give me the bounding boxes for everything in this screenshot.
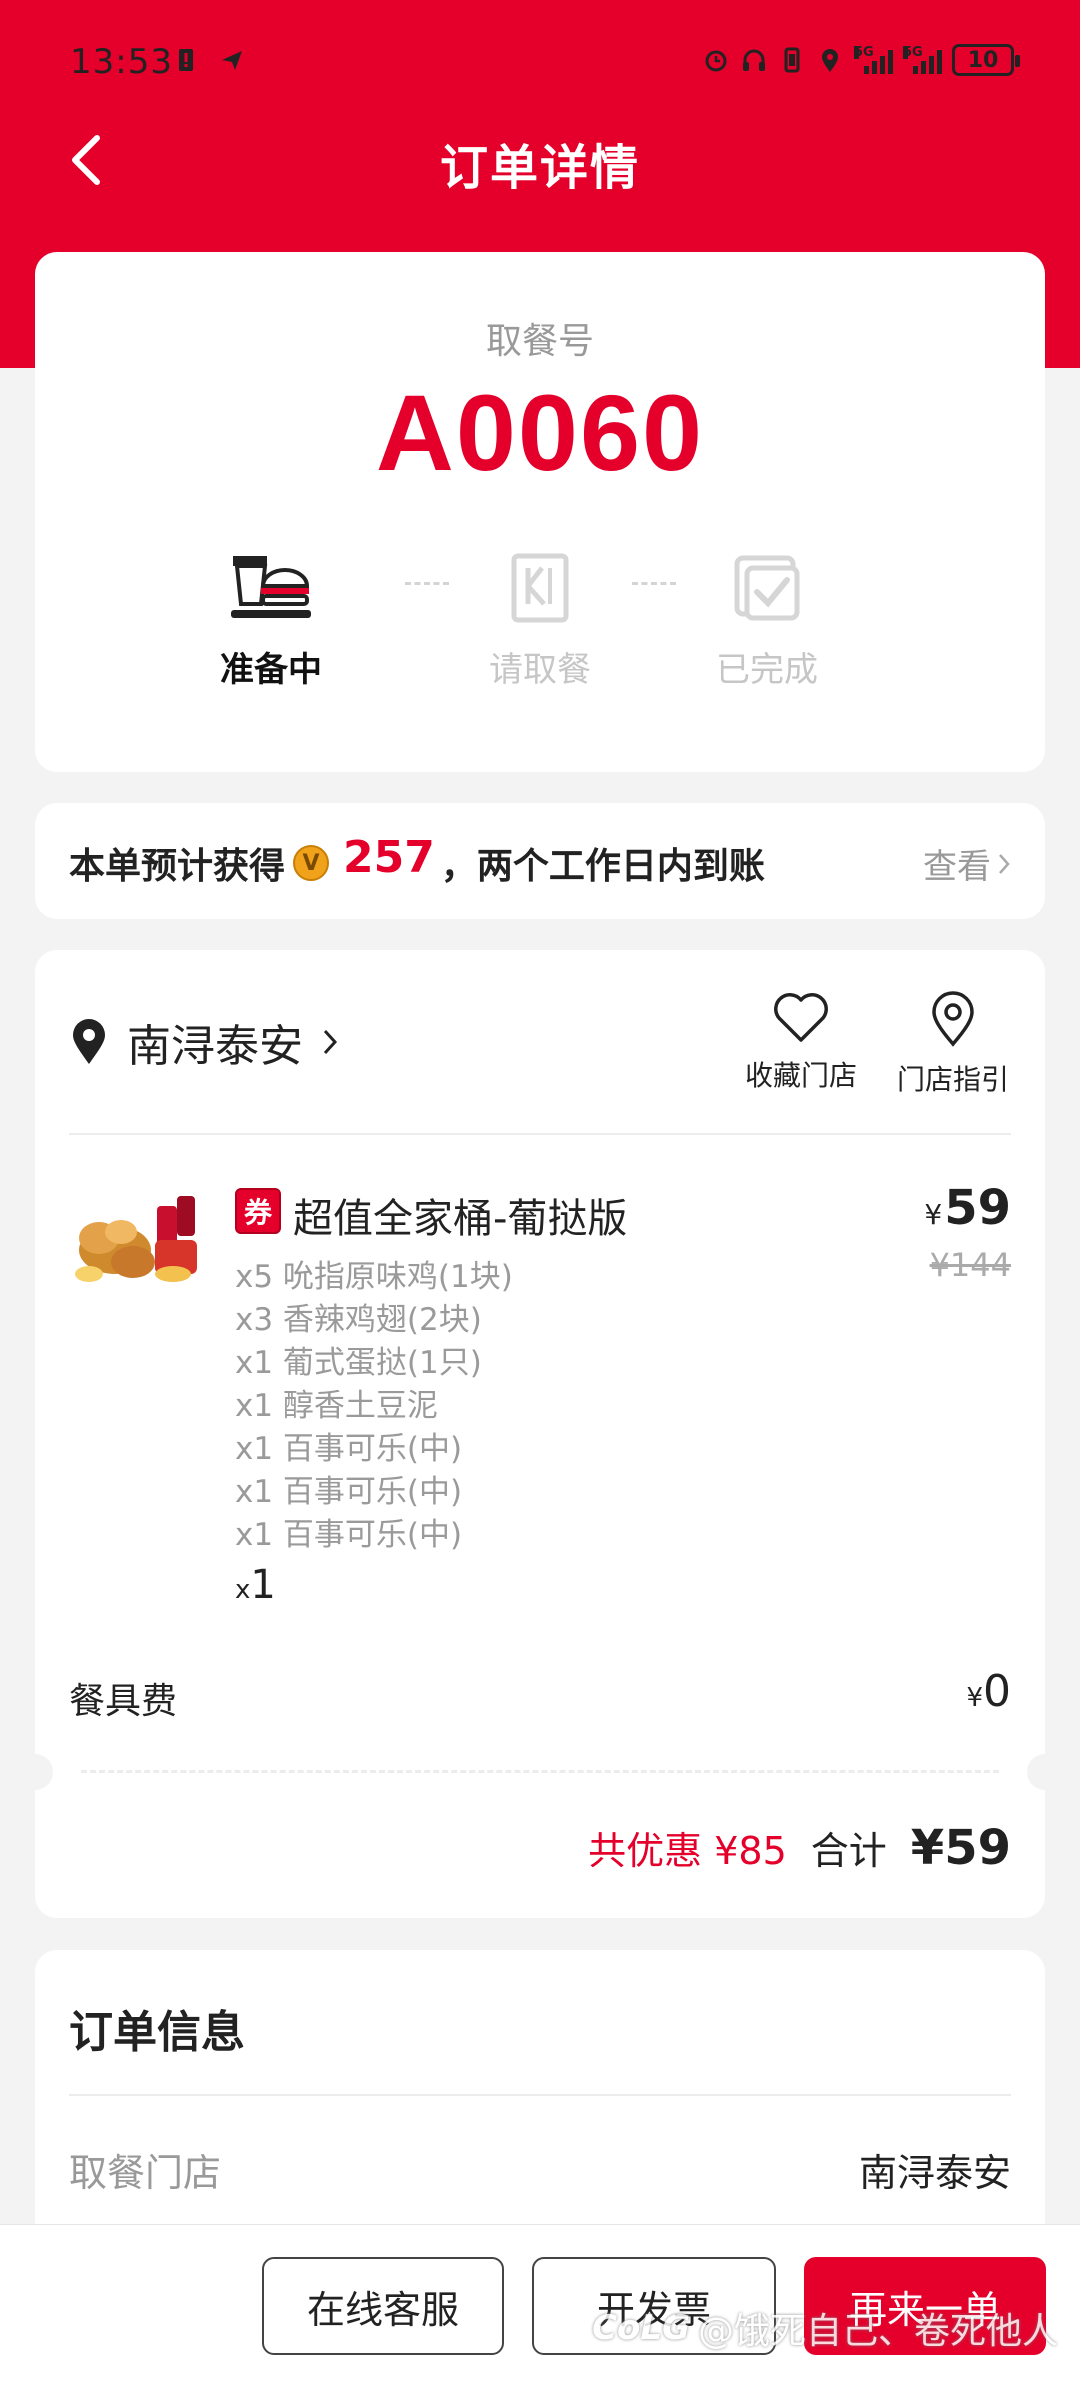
points-value: 257 <box>343 831 435 883</box>
watermark: CoLG @饿死自己、卷死他人 <box>592 2302 1058 2354</box>
headphones-icon <box>743 49 765 71</box>
step-label: 请取餐 <box>489 650 591 690</box>
pickup-number: A0060 <box>375 372 705 493</box>
product-item: x1 醇香土豆泥 <box>235 1388 438 1424</box>
store-directions-label: 门店指引 <box>896 1063 1009 1096</box>
order-progress: 准备中 请取餐 已完成 <box>35 552 1045 692</box>
total-label: 合计 <box>810 1829 887 1873</box>
dashed-divider <box>81 1770 999 1773</box>
tableware-fee-label: 餐具费 <box>69 1681 178 1722</box>
burger-tray-icon <box>231 556 311 618</box>
order-total: 共优惠 ¥85 合计 ¥59 <box>588 1820 1011 1876</box>
product-item: x1 百事可乐(中) <box>235 1517 463 1553</box>
nav-bar: 订单详情 <box>0 120 1080 200</box>
points-card[interactable]: 本单预计获得 V 257 ，两个工作日内到账 查看 <box>35 803 1045 919</box>
step-connector <box>405 582 449 585</box>
pickup-card: 取餐号 A0060 准备中 请取餐 已完成 <box>35 252 1045 772</box>
product-item: x1 葡式蛋挞(1只) <box>235 1345 482 1381</box>
heart-icon <box>774 993 828 1042</box>
product-name: 超值全家桶-葡挞版 <box>293 1196 628 1242</box>
alert-notification-icon <box>179 49 193 71</box>
points-suffix: ，两个工作日内到账 <box>440 846 765 887</box>
favorite-store-button[interactable]: 收藏门店 <box>743 990 859 1098</box>
step-ready: 请取餐 <box>460 552 620 691</box>
points-prefix: 本单预计获得 <box>69 846 286 887</box>
status-bar: 13:53 5G 5G 10 <box>0 0 1080 128</box>
store-name: 南浔泰安 <box>127 1021 303 1072</box>
product-item: x1 百事可乐(中) <box>235 1431 463 1467</box>
product-item: x3 香辣鸡翅(2块) <box>235 1302 482 1338</box>
order-info-title: 订单信息 <box>69 2007 245 2058</box>
vibrate-icon <box>784 47 800 73</box>
pickup-store-value: 南浔泰安 <box>858 2151 1011 2195</box>
step-label: 已完成 <box>716 650 818 690</box>
step-completed: 已完成 <box>687 552 847 691</box>
ticket-notch <box>1027 1754 1063 1790</box>
order-card: 南浔泰安 收藏门店 门店指引 券 超值全家桶-葡挞版 ¥59 ¥144 x5 吮… <box>17 950 1063 1918</box>
check-box-icon <box>734 555 800 621</box>
product-item: x5 吮指原味鸡(1块) <box>235 1259 513 1295</box>
send-notification-icon <box>222 51 242 70</box>
total-value: ¥59 <box>910 1820 1011 1876</box>
pickup-label: 取餐号 <box>485 321 594 362</box>
step-label: 准备中 <box>220 650 322 690</box>
kfc-bag-icon <box>511 553 569 623</box>
v-coin-icon: V <box>293 845 330 881</box>
store-link[interactable]: 南浔泰安 <box>69 1010 339 1074</box>
product-original-price: ¥144 <box>929 1246 1011 1284</box>
chevron-right-icon <box>323 1029 338 1055</box>
step-preparing: 准备中 <box>191 552 351 691</box>
pickup-store-label: 取餐门店 <box>69 2151 222 2195</box>
ticket-notch <box>17 1754 53 1790</box>
location-pin-icon <box>932 991 974 1047</box>
product-item: x1 百事可乐(中) <box>235 1474 463 1510</box>
location-icon <box>822 49 838 72</box>
step-connector <box>632 582 676 585</box>
status-time: 13:53 <box>70 42 173 82</box>
product-items: x5 吮指原味鸡(1块) x3 香辣鸡翅(2块) x1 葡式蛋挞(1只) x1 … <box>235 1256 513 1557</box>
chevron-right-icon <box>999 853 1010 874</box>
divider <box>69 2094 1011 2096</box>
product-image <box>69 1178 209 1292</box>
alarm-icon <box>705 50 727 72</box>
watermark-text: @饿死自己、卷死他人 <box>697 2311 1058 2352</box>
signal-icon: 5G <box>854 46 893 74</box>
store-directions-button[interactable]: 门店指引 <box>895 990 1011 1098</box>
favorite-store-label: 收藏门店 <box>744 1059 857 1092</box>
map-pin-icon <box>73 1019 105 1064</box>
watermark-logo: CoLG <box>592 2308 690 2348</box>
total-discount: 共优惠 ¥85 <box>588 1829 787 1873</box>
online-service-button[interactable]: 在线客服 <box>262 2257 504 2355</box>
page-title: 订单详情 <box>439 140 640 196</box>
signal-icon: 5G <box>903 46 942 74</box>
product-quantity: x1 <box>235 1562 276 1608</box>
tableware-fee-value: ¥0 <box>966 1666 1011 1717</box>
coupon-tag: 券 <box>235 1188 281 1234</box>
battery-icon: 10 <box>952 44 1020 76</box>
divider <box>69 1133 1011 1135</box>
product-price: ¥59 <box>924 1180 1011 1236</box>
view-points-link[interactable]: 查看 <box>923 839 1011 888</box>
